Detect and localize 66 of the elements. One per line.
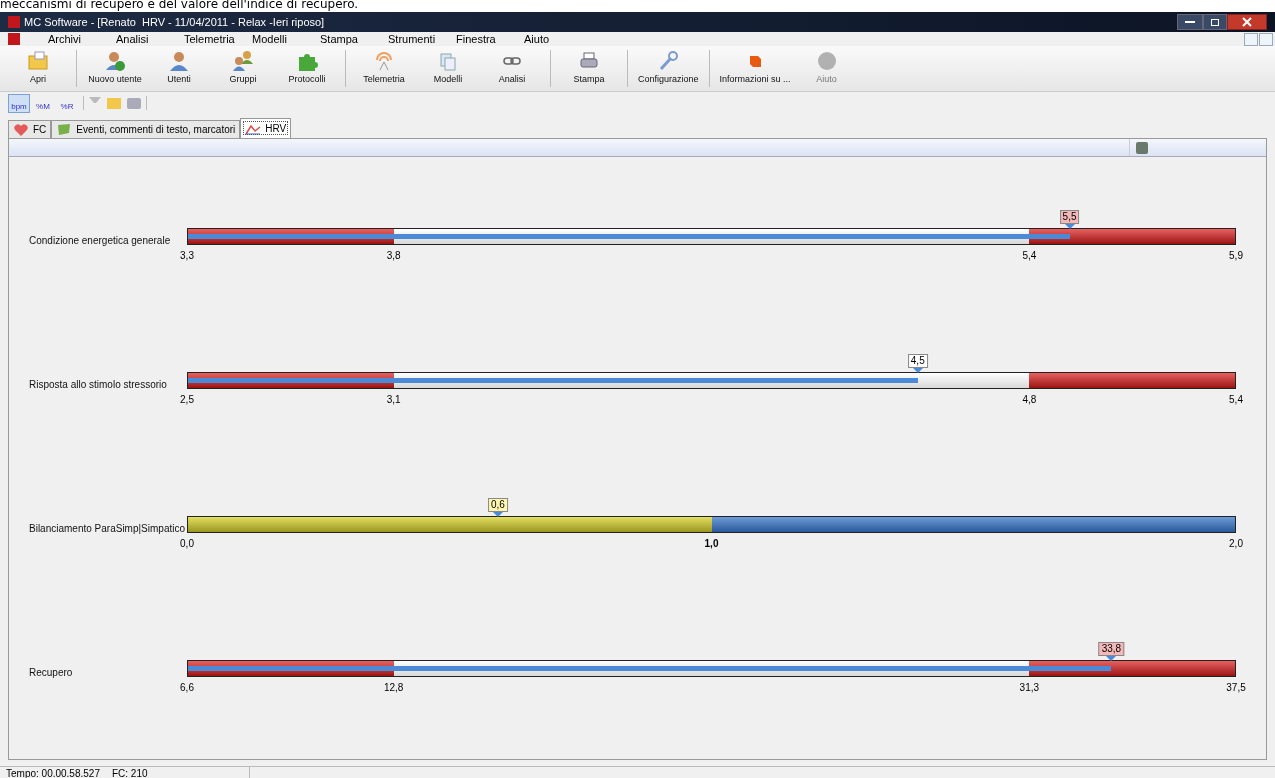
tick-label: 2,5	[180, 392, 194, 407]
tick-label: 4,8	[1022, 392, 1037, 407]
tab[interactable]: Eventi, commenti di testo, marcatori	[51, 120, 241, 138]
help-icon	[815, 50, 838, 73]
toolbar-button[interactable]: Gruppi	[211, 46, 275, 91]
toolbar-button[interactable]: Telemetria	[352, 46, 416, 91]
toolbar-button[interactable]: Utenti	[147, 46, 211, 91]
group-icon	[232, 50, 254, 73]
value-label: 0,6	[487, 497, 508, 512]
tick-label: 0,0	[180, 536, 194, 551]
view-toggle[interactable]: %R	[56, 93, 78, 113]
status-heart-rate: FC: 210	[99, 767, 250, 778]
mdi-restore-button[interactable]	[1259, 32, 1273, 46]
menu-item[interactable]: Stampa	[308, 30, 376, 48]
toolbar-button[interactable]: Apri	[6, 46, 70, 91]
menu-item[interactable]: Modelli	[240, 30, 308, 48]
tick-label: 3,1	[386, 392, 401, 407]
menu-item[interactable]: Aiuto	[512, 30, 580, 48]
view-toggle[interactable]: %M	[32, 93, 54, 113]
mdi-logo-icon	[8, 33, 20, 45]
heart-icon	[13, 122, 29, 137]
tick-label: 5,4	[1022, 248, 1037, 263]
bar-label: Condizione energetica generale	[29, 233, 172, 247]
tick-label: 37,5	[1226, 680, 1246, 695]
tick-label: 5,4	[1229, 392, 1243, 407]
folder-icon[interactable]	[107, 97, 121, 109]
toolbar-button[interactable]: Informazioni su ...	[715, 46, 795, 91]
user-icon	[168, 50, 190, 73]
toolbar-button[interactable]: Protocolli	[275, 46, 339, 91]
value-label: 33,8	[1098, 641, 1125, 656]
tick-label: 2,0	[1229, 536, 1243, 551]
toolbar-button[interactable]: Nuovo utente	[83, 46, 147, 91]
tab[interactable]: HRV	[240, 118, 292, 138]
tick-label: 5,9	[1229, 248, 1243, 263]
toolbar-button[interactable]: Stampa	[557, 46, 621, 91]
tick-label: 3,3	[180, 248, 194, 263]
bar-label: Bilanciamento ParaSimp|Simpatico	[29, 521, 186, 535]
tick-label: 12,8	[383, 680, 404, 695]
tick-label: 6,6	[180, 680, 194, 695]
value-label: 4,5	[907, 353, 928, 368]
menu-item[interactable]: Telemetria	[172, 30, 240, 48]
menu-item[interactable]: Analisi	[104, 30, 172, 48]
folder-icon	[27, 50, 49, 73]
app-logo-icon	[8, 16, 20, 28]
tick-label: 1,0	[704, 536, 719, 551]
close-icon	[1242, 17, 1252, 27]
value-label: 5,5	[1059, 209, 1080, 224]
window-title: MC Software - [Renato HRV - 11/04/2011 - Relax -Ieri riposo]	[24, 14, 325, 30]
maximize-button[interactable]	[1203, 14, 1227, 30]
toolbar-button[interactable]: Modelli	[416, 46, 480, 91]
menu-item[interactable]: Archivi	[36, 30, 104, 48]
minimize-button[interactable]	[1177, 14, 1203, 30]
user-add-icon	[104, 50, 126, 73]
menu-item[interactable]: Strumenti	[376, 30, 444, 48]
tab[interactable]: FC	[8, 120, 52, 138]
view-toggle[interactable]: bpm	[8, 93, 30, 113]
bar-label: Recupero	[29, 665, 74, 679]
menu-item[interactable]: Finestra	[444, 30, 512, 48]
toolbar-button[interactable]: Analisi	[480, 46, 544, 91]
toolbar-button[interactable]: Configurazione	[634, 46, 703, 91]
tick-label: 31,3	[1019, 680, 1040, 695]
tick-label: 3,8	[386, 248, 401, 263]
bar-label: Risposta allo stimolo stressorio	[29, 377, 168, 391]
signal-icon	[373, 50, 395, 73]
close-button[interactable]	[1227, 14, 1267, 30]
pages-icon	[437, 50, 459, 73]
